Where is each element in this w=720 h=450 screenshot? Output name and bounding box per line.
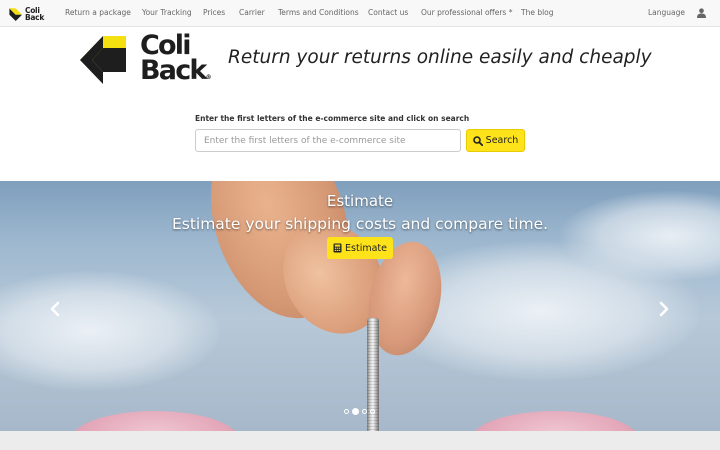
estimate-button[interactable]: Estimate <box>327 237 393 259</box>
nav-professional-offers[interactable]: Our professional offers * <box>421 8 512 17</box>
piggy-bank-left <box>70 411 240 431</box>
carousel-indicator-1[interactable] <box>344 408 349 414</box>
logo-mark-icon <box>9 8 22 21</box>
user-icon[interactable] <box>697 8 706 18</box>
brand-logo-line2: Back <box>140 55 207 86</box>
carousel-indicator-3[interactable] <box>362 408 367 414</box>
estimate-button-label: Estimate <box>345 242 387 254</box>
slide-title: Estimate <box>326 192 394 210</box>
navbar-logo-wordmark: Coli Back <box>25 7 45 22</box>
brand-logo-mark-icon <box>80 36 126 84</box>
footer-strip <box>0 431 720 450</box>
search-input[interactable] <box>195 129 461 152</box>
coin-ridges <box>367 318 379 433</box>
navbar-logo[interactable]: Coli Back <box>8 5 52 23</box>
cloud-shape <box>0 271 220 391</box>
nav-prices[interactable]: Prices <box>203 8 225 17</box>
search-button[interactable]: Search <box>466 129 525 152</box>
nav-blog[interactable]: The blog <box>521 8 554 17</box>
search-icon <box>472 135 483 146</box>
nav-return-package[interactable]: Return a package <box>65 8 131 17</box>
search-button-label: Search <box>485 135 519 146</box>
piggy-bank-right <box>470 411 640 431</box>
slide-caption: Estimate your shipping costs and compare… <box>171 215 549 233</box>
nav-terms-conditions[interactable]: Terms and Conditions <box>278 8 359 17</box>
page-tagline: Return your returns online easily and ch… <box>228 47 652 68</box>
carousel-prev-arrow-icon[interactable] <box>48 301 62 317</box>
brand-registered-mark: ® <box>205 74 212 81</box>
calculator-icon <box>333 243 342 253</box>
nav-your-tracking[interactable]: Your Tracking <box>142 8 192 17</box>
top-navbar: Coli Back Return a package Your Tracking… <box>0 0 720 27</box>
brand-logo-wordmark: Coli Back® <box>140 32 212 90</box>
nav-carrier[interactable]: Carrier <box>239 8 265 17</box>
nav-language[interactable]: Language <box>648 8 685 17</box>
carousel-indicator-4[interactable] <box>370 408 375 414</box>
carousel-next-arrow-icon[interactable] <box>657 301 671 317</box>
nav-contact-us[interactable]: Contact us <box>368 8 408 17</box>
carousel-indicators <box>344 407 375 415</box>
carousel-indicator-2[interactable] <box>352 407 359 415</box>
search-label: Enter the first letters of the e-commerc… <box>195 114 470 123</box>
navbar-logo-line2: Back <box>25 13 45 22</box>
